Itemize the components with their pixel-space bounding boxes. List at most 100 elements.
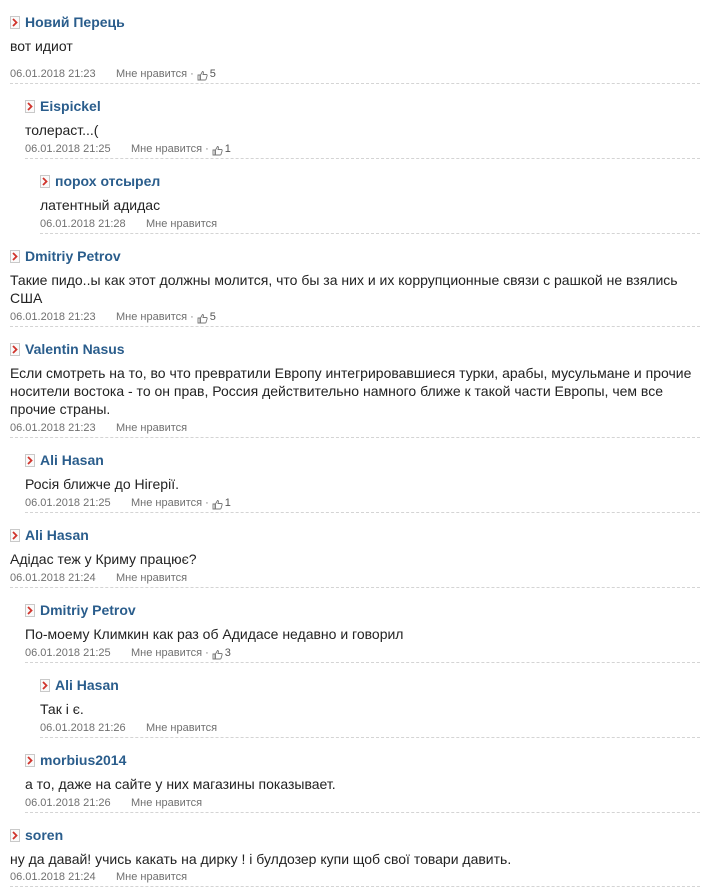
like-button[interactable]: Мне нравится (131, 497, 202, 509)
like-button[interactable]: Мне нравится (131, 797, 202, 809)
comment-header: Ali Hasan (25, 451, 104, 469)
like-count-group: · 1 (202, 143, 231, 155)
comment-header: Eispickel (25, 97, 101, 115)
like-count: 1 (224, 497, 231, 509)
comment-date: 06.01.2018 21:24 (10, 572, 96, 584)
comment-text: Если смотреть на то, во что превратили Е… (10, 365, 692, 417)
like-button[interactable]: Мне нравится (116, 871, 187, 883)
comment-text: Росія ближче до Нігерії. (25, 476, 179, 492)
comment-date: 06.01.2018 21:24 (10, 871, 96, 883)
comment-text: Такие пидо..ы как этот должны молится, ч… (10, 272, 678, 306)
comment-text: По-моему Климкин как раз об Адидасе неда… (25, 626, 404, 642)
like-button[interactable]: Мне нравится (116, 572, 187, 584)
comment-author[interactable]: Ali Hasan (55, 677, 119, 693)
like-count: 3 (224, 647, 231, 659)
comment-text: латентный адидас (40, 197, 161, 213)
comment-date: 06.01.2018 21:25 (25, 497, 111, 509)
comment-meta: 06.01.2018 21:24 Мне нравится (10, 869, 187, 885)
reply-arrow-icon[interactable] (10, 342, 20, 356)
comment-date: 06.01.2018 21:25 (25, 647, 111, 659)
comment-date: 06.01.2018 21:23 (10, 422, 96, 434)
reply-arrow-icon[interactable] (25, 603, 35, 617)
comment-meta: 06.01.2018 21:26 Мне нравится (40, 720, 217, 736)
like-button[interactable]: Мне нравится (116, 68, 187, 80)
comment-header: Новий Перець (10, 13, 125, 31)
comment-author[interactable]: soren (25, 827, 63, 843)
thumbs-up-icon (212, 649, 223, 660)
like-button[interactable]: Мне нравится (146, 218, 217, 230)
like-count-group: · 5 (187, 68, 216, 80)
reply-arrow-icon[interactable] (25, 453, 35, 467)
comment-date: 06.01.2018 21:23 (10, 68, 96, 80)
comment-meta: 06.01.2018 21:24 Мне нравится (10, 570, 187, 586)
like-button[interactable]: Мне нравится (146, 722, 217, 734)
comment-author[interactable]: morbius2014 (40, 752, 126, 768)
reply-arrow-icon[interactable] (25, 99, 35, 113)
like-separator: · (205, 143, 209, 155)
comment-text: Так і є. (40, 701, 84, 717)
comment-item: Eispickel толераст...( 06.01.2018 21:25 Мне… (25, 84, 700, 159)
comment-date: 06.01.2018 21:26 (40, 722, 126, 734)
comment-author[interactable]: Dmitriy Petrov (40, 602, 136, 618)
like-separator: · (205, 497, 209, 509)
comment-item: morbius2014 а то, даже на сайте у них маг… (25, 738, 700, 813)
comment-item: Dmitriy Petrov По-моему Климкин как раз о… (25, 588, 700, 663)
comment-author[interactable]: Dmitriy Petrov (25, 248, 121, 264)
comment-item: Dmitriy Petrov Такие пидо..ы как этот дол… (10, 234, 700, 327)
comment-text: вот идиот (10, 38, 73, 54)
comment-header: Ali Hasan (40, 676, 119, 694)
reply-arrow-icon[interactable] (40, 678, 50, 692)
reply-arrow-icon[interactable] (10, 528, 20, 542)
comment-date: 06.01.2018 21:28 (40, 218, 126, 230)
comment-author[interactable]: порох отсырел (55, 173, 160, 189)
thumbs-up-icon (197, 313, 208, 324)
comment-item: Новий Перець вот идиот 06.01.2018 21:23 Мне… (10, 0, 700, 84)
comment-meta: 06.01.2018 21:23 Мне нравится (10, 420, 187, 436)
reply-arrow-icon[interactable] (40, 174, 50, 188)
comment-date: 06.01.2018 21:23 (10, 311, 96, 323)
comment-author[interactable]: Eispickel (40, 98, 101, 114)
comment-header: Dmitriy Petrov (25, 601, 136, 619)
reply-arrow-icon[interactable] (10, 828, 20, 842)
comment-text: а то, даже на сайте у них магазины показ… (25, 776, 336, 792)
comment-item: порох отсырел латентный адидас 06.01.2018 … (40, 159, 700, 234)
comment-meta: 06.01.2018 21:23 Мне нравится · 5 (10, 66, 216, 82)
like-count: 5 (209, 68, 216, 80)
comment-item: Ali Hasan Так і є. 06.01.2018 21:26 Мне нра… (40, 663, 700, 738)
comment-text: толераст...( (25, 122, 99, 138)
comment-meta: 06.01.2018 21:26 Мне нравится (25, 795, 202, 811)
like-separator: · (190, 311, 194, 323)
reply-arrow-icon[interactable] (10, 15, 20, 29)
comment-author[interactable]: Ali Hasan (25, 527, 89, 543)
comment-date: 06.01.2018 21:25 (25, 143, 111, 155)
comment-header: morbius2014 (25, 751, 126, 769)
comment-header: Ali Hasan (10, 526, 89, 544)
like-button[interactable]: Мне нравится (116, 311, 187, 323)
comment-header: soren (10, 826, 63, 844)
thumbs-up-icon (212, 499, 223, 510)
comment-author[interactable]: Новий Перець (25, 14, 125, 30)
like-count: 1 (224, 143, 231, 155)
comment-author[interactable]: Valentin Nasus (25, 341, 125, 357)
comment-author[interactable]: Ali Hasan (40, 452, 104, 468)
like-separator: · (205, 647, 209, 659)
comment-text: Адідас теж у Криму працює? (10, 551, 197, 567)
like-button[interactable]: Мне нравится (116, 422, 187, 434)
comment-item: soren ну да давай! учись какать на дирку … (10, 813, 700, 887)
like-count: 5 (209, 311, 216, 323)
reply-arrow-icon[interactable] (10, 249, 20, 263)
like-button[interactable]: Мне нравится (131, 647, 202, 659)
comment-text: ну да давай! учись какать на дирку ! і б… (10, 851, 512, 867)
comment-item: Valentin Nasus Если смотреть на то, во чт… (10, 327, 700, 438)
like-count-group: · 1 (202, 497, 231, 509)
comment-header: Valentin Nasus (10, 340, 125, 358)
comment-meta: 06.01.2018 21:25 Мне нравится · 1 (25, 495, 231, 511)
like-button[interactable]: Мне нравится (131, 143, 202, 155)
thumbs-up-icon (212, 145, 223, 156)
comment-header: порох отсырел (40, 172, 160, 190)
comment-header: Dmitriy Petrov (10, 247, 121, 265)
comment-meta: 06.01.2018 21:28 Мне нравится (40, 216, 217, 232)
like-count-group: · 5 (187, 311, 216, 323)
comment-date: 06.01.2018 21:26 (25, 797, 111, 809)
reply-arrow-icon[interactable] (25, 753, 35, 767)
